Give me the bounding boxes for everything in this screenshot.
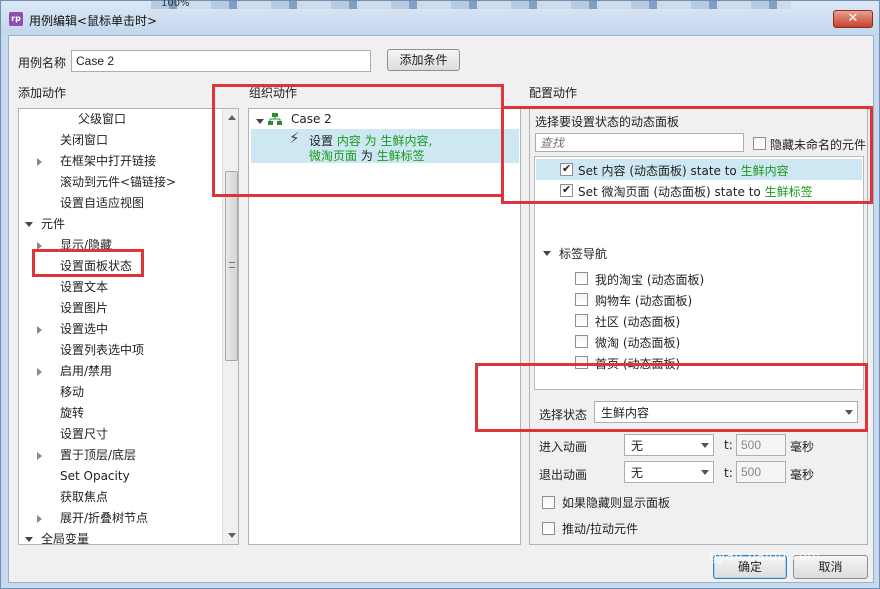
action-tree-item-label: 在框架中打开链接 (60, 154, 157, 168)
action-tree-item-label: 元件 (41, 217, 66, 231)
action-tree-item[interactable]: 启用/禁用 (19, 361, 219, 382)
group-expand-icon[interactable] (543, 251, 551, 256)
action-tree-item[interactable]: 设置尺寸 (19, 424, 219, 445)
exit-animation-value: 无 (631, 466, 644, 480)
group-panel-label: 社区 (动态面板) (595, 315, 681, 329)
action-tree-item-label: 滚动到元件<锚链接> (60, 175, 177, 189)
case-name-label: 用例名称 (18, 56, 67, 70)
show-if-hidden-checkbox[interactable] (542, 496, 555, 509)
action-tree-item[interactable]: 旋转 (19, 403, 219, 424)
action-tree-item-label: 设置列表选中项 (60, 343, 145, 357)
action-tree-item[interactable]: 设置文本 (19, 277, 219, 298)
action-tree-item-label: 全局变量 (41, 532, 90, 545)
title-bar[interactable]: 100% rp 用例编辑<鼠标单击时> ✕ (1, 0, 879, 35)
action-tree-item-label: 启用/禁用 (60, 364, 113, 378)
axure-app-icon: rp (9, 12, 23, 26)
action-tree-item-label: 置于顶层/底层 (60, 448, 137, 462)
action-tree-item-label: 设置自适应视图 (60, 196, 145, 210)
collapse-arrow-icon[interactable] (25, 222, 33, 227)
action-tree-item-label: 移动 (60, 385, 85, 399)
close-button[interactable]: ✕ (833, 10, 873, 28)
watermark-text: gyan.baidu.com (709, 549, 821, 564)
expand-arrow-icon[interactable] (37, 452, 42, 460)
action-tree-item[interactable]: 移动 (19, 382, 219, 403)
annotation-box-set-panel-state (32, 249, 144, 277)
exit-duration-input[interactable] (736, 461, 786, 483)
exit-animation-label: 退出动画 (539, 468, 588, 482)
group-label: 标签导航 (559, 247, 608, 261)
collapse-arrow-icon[interactable] (25, 537, 33, 542)
expand-arrow-icon[interactable] (37, 515, 42, 523)
action-tree-item[interactable]: 置于顶层/底层 (19, 445, 219, 466)
action-tree-item[interactable]: 元件 (19, 214, 219, 235)
action-tree-item-label: 设置文本 (60, 280, 109, 294)
action-tree-item[interactable]: 滚动到元件<锚链接> (19, 172, 219, 193)
group-panel-row[interactable]: 购物车 (动态面板) (535, 289, 861, 310)
action-tree-item[interactable]: 展开/折叠树节点 (19, 508, 219, 529)
add-action-tree: 父级窗口 关闭窗口 在框架中打开链接 滚动到元件<锚链接> 设置自适应视图 元件 显示/隐藏… (18, 108, 239, 545)
annotation-box-select-state (475, 363, 868, 432)
expand-arrow-icon[interactable] (37, 368, 42, 376)
window-title: 用例编辑<鼠标单击时> (29, 14, 158, 28)
exit-animation-dropdown[interactable]: 无 (624, 461, 714, 483)
scroll-thumb[interactable] (225, 171, 238, 361)
action-tree-item-label: 设置选中 (60, 322, 109, 336)
action-tree-item-label: 旋转 (60, 406, 85, 420)
group-panel-checkbox[interactable] (575, 293, 588, 306)
group-panel-checkbox[interactable] (575, 272, 588, 285)
exit-t-label: t: (724, 466, 733, 480)
chevron-down-icon (701, 443, 709, 448)
background-zoom-level: 100% (161, 0, 190, 9)
group-panel-label: 购物车 (动态面板) (595, 294, 693, 308)
action-tree-item-label: 获取焦点 (60, 490, 109, 504)
dialog-window: 100% rp 用例编辑<鼠标单击时> ✕ 用例名称 添加条件 添加动作 组织动… (0, 0, 880, 589)
enter-animation-value: 无 (631, 439, 644, 453)
action-tree-item[interactable]: 关闭窗口 (19, 130, 219, 151)
action-tree-item[interactable]: Set Opacity (19, 466, 219, 487)
action-tree-item-label: 设置尺寸 (60, 427, 109, 441)
enter-t-label: t: (724, 438, 733, 452)
configure-action-heading: 配置动作 (529, 86, 578, 100)
group-panel-label: 微淘 (动态面板) (595, 336, 681, 350)
group-panel-row[interactable]: 我的淘宝 (动态面板) (535, 268, 861, 289)
enter-animation-dropdown[interactable]: 无 (624, 434, 714, 456)
action-tree-item[interactable]: 设置选中 (19, 319, 219, 340)
action-tree-item-label: 父级窗口 (78, 112, 127, 126)
push-pull-label: 推动/拉动元件 (562, 522, 639, 536)
group-panel-row[interactable]: 微淘 (动态面板) (535, 331, 861, 352)
action-tree-item[interactable]: 设置图片 (19, 298, 219, 319)
show-if-hidden-label: 如果隐藏则显示面板 (562, 496, 671, 510)
push-pull-checkbox[interactable] (542, 522, 555, 535)
action-tree-item[interactable]: 全局变量 (19, 529, 219, 545)
enter-animation-label: 进入动画 (539, 440, 588, 454)
chevron-down-icon (701, 470, 709, 475)
expand-arrow-icon[interactable] (37, 326, 42, 334)
action-tree-item[interactable]: 获取焦点 (19, 487, 219, 508)
action-tree-item-label: 设置图片 (60, 301, 109, 315)
expand-arrow-icon[interactable] (37, 158, 42, 166)
action-tree-item[interactable]: 设置自适应视图 (19, 193, 219, 214)
scroll-down-arrow-icon[interactable] (228, 533, 236, 538)
action-tree-item-label: 展开/折叠树节点 (60, 511, 149, 525)
action-tree-item[interactable]: 父级窗口 (19, 109, 219, 130)
enter-ms-label: 毫秒 (790, 440, 815, 454)
annotation-box-panel-selection (501, 106, 873, 204)
action-tree-item-label: Set Opacity (60, 469, 130, 483)
exit-ms-label: 毫秒 (790, 468, 815, 482)
action-tree-item[interactable]: 在框架中打开链接 (19, 151, 219, 172)
group-panel-row[interactable]: 社区 (动态面板) (535, 310, 861, 331)
group-panel-label: 我的淘宝 (动态面板) (595, 273, 705, 287)
action-tree-item-label: 关闭窗口 (60, 133, 109, 147)
add-condition-button[interactable]: 添加条件 (387, 49, 460, 71)
background-toolbar-strip (151, 1, 791, 9)
case-name-input[interactable] (71, 50, 371, 72)
group-panel-checkbox[interactable] (575, 335, 588, 348)
add-action-heading: 添加动作 (18, 86, 67, 100)
scroll-grip-icon (229, 262, 235, 268)
enter-duration-input[interactable] (736, 434, 786, 456)
group-panel-checkbox[interactable] (575, 314, 588, 327)
annotation-box-organize (212, 84, 504, 197)
action-tree-item[interactable]: 设置列表选中项 (19, 340, 219, 361)
